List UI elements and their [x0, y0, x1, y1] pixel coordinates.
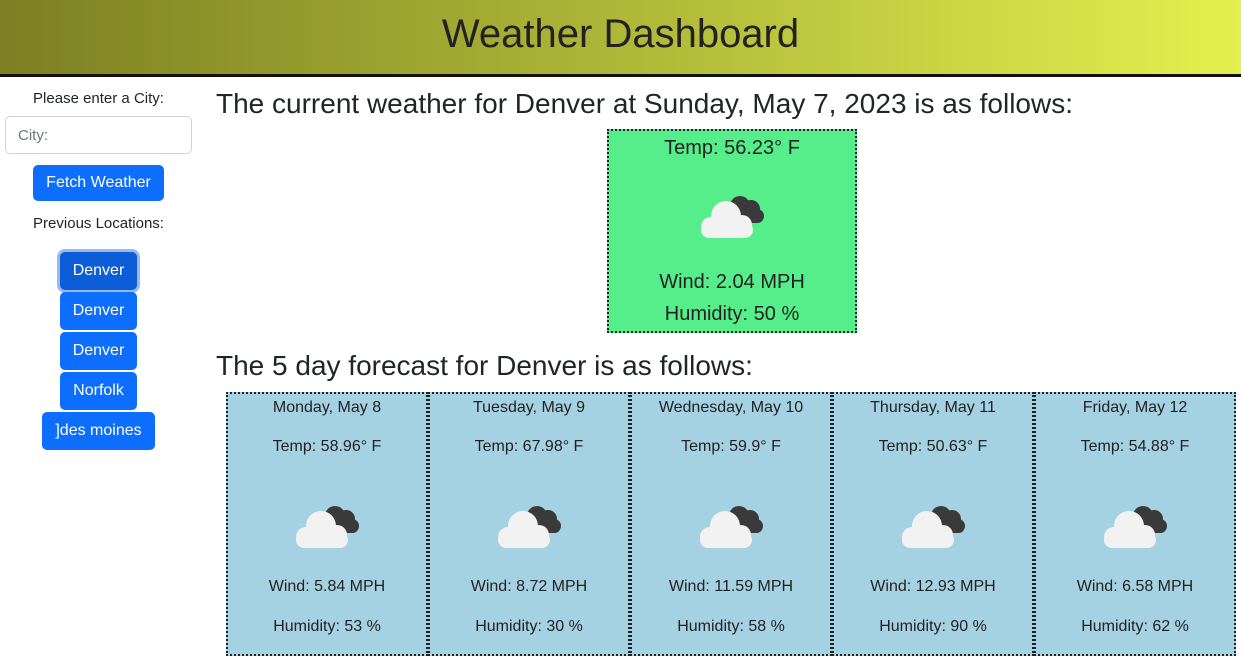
- page-title: Weather Dashboard: [441, 11, 800, 56]
- forecast-wind: Wind: 6.58 MPH: [1076, 578, 1194, 595]
- current-temp: Temp: 56.23° F: [664, 137, 800, 159]
- current-wind: Wind: 2.04 MPH: [659, 271, 805, 293]
- broken-clouds-icon: [696, 502, 768, 555]
- forecast-humidity: Humidity: 30 %: [475, 618, 583, 635]
- forecast-heading: The 5 day forecast for Denver is as foll…: [216, 350, 753, 381]
- forecast-temp: Temp: 58.96° F: [272, 438, 382, 455]
- broken-clouds-icon: [1100, 502, 1172, 555]
- broken-clouds-icon: [898, 502, 970, 555]
- forecast-date: Tuesday, May 9: [472, 399, 586, 416]
- current-weather-heading: The current weather for Denver at Sunday…: [216, 88, 1074, 119]
- current-weather-card: Temp: 56.23° F Wind: 2.04 MPH Humidity: …: [607, 129, 857, 333]
- forecast-temp: Temp: 59.9° F: [681, 438, 781, 455]
- forecast-temp: Temp: 54.88° F: [1080, 438, 1190, 455]
- forecast-wind: Wind: 8.72 MPH: [470, 578, 588, 595]
- broken-clouds-icon: [697, 192, 769, 246]
- forecast-temp: Temp: 50.63° F: [878, 438, 988, 455]
- forecast-date: Thursday, May 11: [870, 399, 996, 416]
- broken-clouds-icon: [292, 502, 364, 555]
- forecast-humidity: Humidity: 62 %: [1081, 618, 1189, 635]
- page-header: Weather Dashboard: [0, 0, 1241, 77]
- location-button-denver[interactable]: Denver: [60, 332, 137, 370]
- previous-locations-label: Previous Locations:: [33, 215, 164, 232]
- forecast-humidity: Humidity: 90 %: [879, 618, 987, 635]
- location-button-denver[interactable]: Denver: [60, 292, 137, 330]
- forecast-wind: Wind: 5.84 MPH: [268, 578, 386, 595]
- location-button-denver[interactable]: Denver: [60, 252, 137, 290]
- forecast-date: Friday, May 12: [1082, 399, 1188, 416]
- broken-clouds-icon: [494, 502, 566, 555]
- forecast-wind: Wind: 11.59 MPH: [668, 578, 794, 595]
- fetch-weather-button[interactable]: Fetch Weather: [33, 165, 164, 201]
- forecast-humidity: Humidity: 58 %: [677, 618, 785, 635]
- forecast-day-card: Friday, May 12 Temp: 54.88° F Wind: 6.58…: [1034, 392, 1236, 656]
- forecast-row: Monday, May 8 Temp: 58.96° F Wind: 5.84 …: [226, 392, 1238, 656]
- location-button-norfolk[interactable]: Norfolk: [60, 372, 137, 410]
- forecast-day-card: Monday, May 8 Temp: 58.96° F Wind: 5.84 …: [226, 392, 428, 656]
- forecast-day-card: Tuesday, May 9 Temp: 67.98° F Wind: 8.72…: [428, 392, 630, 656]
- forecast-day-card: Wednesday, May 10 Temp: 59.9° F Wind: 11…: [630, 392, 832, 656]
- current-humidity: Humidity: 50 %: [664, 303, 800, 325]
- forecast-date: Monday, May 8: [272, 399, 382, 416]
- forecast-wind: Wind: 12.93 MPH: [870, 578, 996, 595]
- city-input[interactable]: [5, 116, 192, 154]
- forecast-temp: Temp: 67.98° F: [474, 438, 584, 455]
- location-button-des-moines[interactable]: ]des moines: [42, 412, 155, 450]
- forecast-day-card: Thursday, May 11 Temp: 50.63° F Wind: 12…: [832, 392, 1034, 656]
- forecast-date: Wednesday, May 10: [658, 399, 804, 416]
- city-label: Please enter a City:: [33, 90, 164, 107]
- forecast-humidity: Humidity: 53 %: [273, 618, 381, 635]
